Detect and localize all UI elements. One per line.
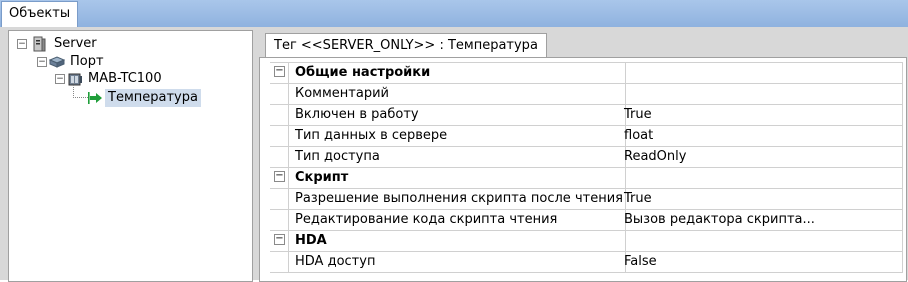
left-panel: − Server − Порт − MAB-TC100 Температура [0,27,255,282]
property-value[interactable]: Вызов редактора скрипта... [618,210,902,230]
tree-label-port: Порт [70,54,104,69]
property-label: Тип доступа [288,147,626,167]
tab-tag-details[interactable]: Тег <<SERVER_ONLY>> : Температура [265,33,547,58]
property-label: HDA доступ [288,252,626,272]
property-value[interactable]: ReadOnly [618,147,902,167]
property-row-script-edit[interactable]: Редактирование кода скрипта чтения Вызов… [270,210,902,231]
property-category-hda[interactable]: − HDA [270,231,902,252]
tree-label-server: Server [54,36,97,51]
top-tab-strip: Объекты [0,0,908,28]
tree-label-device: MAB-TC100 [88,71,162,86]
property-value[interactable]: True [618,105,902,125]
tree-label-tag: Температура [105,89,201,107]
collapse-icon[interactable]: − [17,39,27,49]
right-panel: Тег <<SERVER_ONLY>> : Температура − Общи… [255,27,908,282]
property-label: Включен в работу [288,105,626,125]
tree-node-server[interactable]: − Server [9,35,249,53]
tree-node-tag[interactable]: Температура [9,83,249,107]
property-value [618,63,902,83]
property-row-access-type[interactable]: Тип доступа ReadOnly [270,147,902,168]
property-value [618,231,902,251]
collapse-icon[interactable]: − [274,234,285,245]
property-category-general[interactable]: − Общие настройки [270,63,902,84]
tree-node-device[interactable]: − MAB-TC100 [9,70,249,88]
property-row-data-type[interactable]: Тип данных в сервере float [270,126,902,147]
port-icon [49,56,65,68]
property-label: Редактирование кода скрипта чтения [288,210,626,230]
property-label: Тип данных в сервере [288,126,626,146]
collapse-icon[interactable]: − [55,74,65,84]
property-value[interactable]: False [618,252,902,272]
property-grid: − Общие настройки Комментарий Включен в … [270,62,903,273]
property-label: Общие настройки [288,63,626,83]
property-row-script-allow[interactable]: Разрешение выполнения скрипта после чтен… [270,189,902,210]
property-value [618,168,902,188]
property-value[interactable] [618,84,902,104]
collapse-icon[interactable]: − [37,57,47,67]
property-panel: − Общие настройки Комментарий Включен в … [259,57,907,282]
tree-connector [73,83,88,98]
collapse-icon[interactable]: − [274,171,285,182]
property-value[interactable]: True [618,189,902,209]
property-label: HDA [288,231,626,251]
property-row-enabled[interactable]: Включен в работу True [270,105,902,126]
server-icon [33,36,46,52]
property-label: Разрешение выполнения скрипта после чтен… [288,189,626,209]
tag-arrow-icon [88,92,102,104]
property-value[interactable]: float [618,126,902,146]
tab-objects[interactable]: Объекты [1,1,79,27]
tree-node-port[interactable]: − Порт [9,53,249,71]
property-row-comment[interactable]: Комментарий [270,84,902,105]
property-row-hda-access[interactable]: HDA доступ False [270,252,902,273]
property-category-script[interactable]: − Скрипт [270,168,902,189]
collapse-icon[interactable]: − [274,66,285,77]
property-label: Скрипт [288,168,626,188]
object-tree[interactable]: − Server − Порт − MAB-TC100 Температура [8,30,253,282]
property-label: Комментарий [288,84,626,104]
